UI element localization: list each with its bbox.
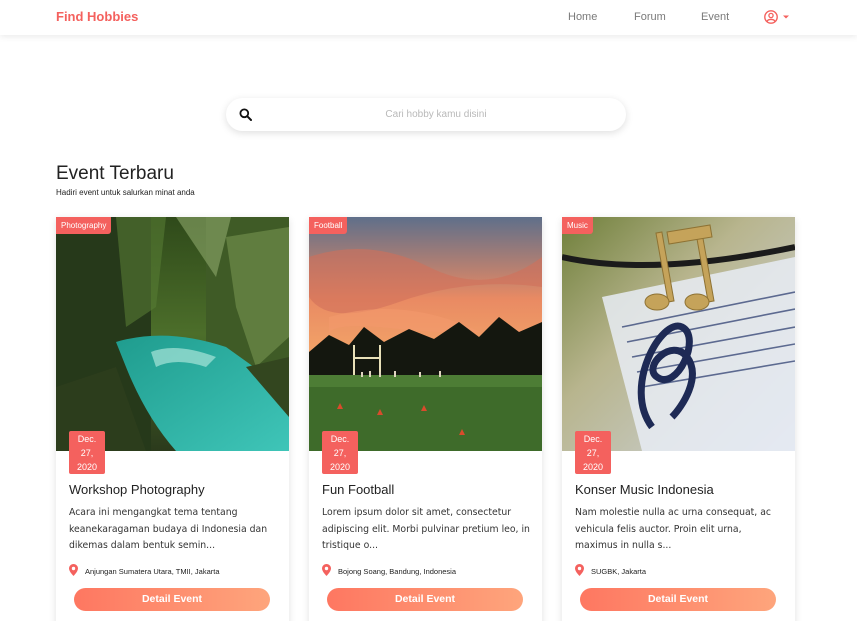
detail-event-button[interactable]: Detail Event	[327, 588, 523, 611]
event-image-football-field	[309, 217, 542, 451]
date-day: 27,	[333, 448, 347, 458]
date-badge: Dec. 27, 2020	[322, 431, 358, 474]
event-description: Nam molestie nulla ac urna consequat, ac…	[575, 507, 772, 551]
event-title: Workshop Photography	[69, 482, 205, 497]
nav-forum[interactable]: Forum	[634, 11, 666, 23]
detail-event-button[interactable]: Detail Event	[580, 588, 776, 611]
date-month: Dec.	[583, 434, 603, 444]
date-month: Dec.	[330, 434, 350, 444]
event-location: Bojong Soang, Bandung, Indonesia	[322, 564, 537, 578]
event-description: Acara ini mengangkat tema tentang keanek…	[69, 507, 268, 551]
event-description: Lorem ipsum dolor sit amet, consectetur …	[322, 507, 530, 551]
category-badge: Music	[562, 217, 593, 234]
date-day: 27,	[586, 448, 600, 458]
location-text: Bojong Soang, Bandung, Indonesia	[338, 567, 457, 576]
location-pin-icon	[322, 564, 331, 576]
location-pin-icon	[69, 564, 78, 576]
date-month: Dec.	[77, 434, 97, 444]
navbar: Find Hobbies Home Forum Event	[0, 0, 857, 35]
section-subtitle: Hadiri event untuk salurkan minat anda	[56, 188, 195, 197]
event-image-waterfall	[56, 217, 289, 451]
date-year: 2020	[582, 462, 604, 472]
event-title: Konser Music Indonesia	[575, 482, 714, 497]
nav-home[interactable]: Home	[568, 11, 597, 23]
date-year: 2020	[76, 462, 98, 472]
event-image-music-notes	[562, 217, 795, 451]
brand-logo[interactable]: Find Hobbies	[56, 9, 138, 24]
category-badge: Photography	[56, 217, 112, 234]
event-title: Fun Football	[322, 482, 395, 497]
location-text: SUGBK, Jakarta	[591, 567, 647, 576]
location-pin-icon	[575, 564, 584, 576]
event-card[interactable]: Football Dec. 27, 2020 Fun Football Lore…	[309, 217, 542, 621]
location-text: Anjungan Sumatera Utara, TMII, Jakarta	[85, 567, 220, 576]
user-menu[interactable]	[763, 9, 793, 25]
category-badge: Football	[309, 217, 348, 234]
user-circle-icon	[764, 10, 778, 24]
section-title: Event Terbaru	[56, 163, 174, 184]
search-icon	[239, 108, 252, 121]
event-card[interactable]: Photography Dec. 27, 2020 Workshop Photo…	[56, 217, 289, 621]
date-year: 2020	[329, 462, 351, 472]
event-location: Anjungan Sumatera Utara, TMII, Jakarta	[69, 564, 284, 578]
nav-event[interactable]: Event	[701, 11, 729, 23]
caret-down-icon	[783, 15, 789, 19]
date-badge: Dec. 27, 2020	[69, 431, 105, 474]
event-location: SUGBK, Jakarta	[575, 564, 790, 578]
date-badge: Dec. 27, 2020	[575, 431, 611, 474]
search-input[interactable]	[266, 104, 606, 125]
detail-event-button[interactable]: Detail Event	[74, 588, 270, 611]
date-day: 27,	[80, 448, 94, 458]
search-bar[interactable]	[226, 98, 626, 131]
event-card[interactable]: Music Dec. 27, 2020 Konser Music Indones…	[562, 217, 795, 621]
